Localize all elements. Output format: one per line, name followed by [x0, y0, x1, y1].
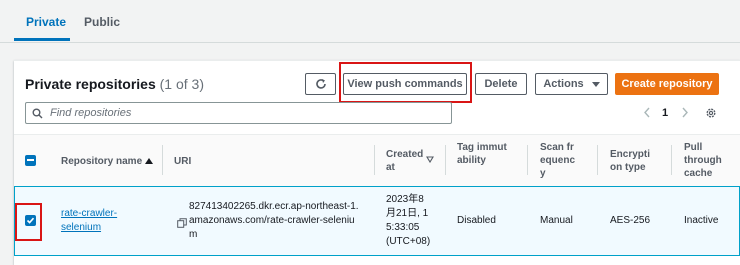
refresh-icon: [315, 79, 326, 89]
column-divider: [445, 145, 446, 175]
chevron-right-icon[interactable]: [681, 107, 689, 118]
column-header-scan-frequency[interactable]: Scan frequency: [540, 141, 578, 180]
refresh-button[interactable]: [305, 73, 336, 95]
actions-dropdown[interactable]: Actions: [535, 73, 608, 95]
create-repository-button[interactable]: Create repository: [615, 73, 719, 95]
column-divider: [597, 145, 598, 175]
settings-gear-icon[interactable]: [705, 107, 717, 119]
highlight-box: [15, 203, 42, 241]
scan-frequency-value: Manual: [540, 215, 573, 226]
column-header-repository-name[interactable]: Repository name: [61, 155, 153, 168]
column-divider: [527, 145, 528, 175]
tab-public[interactable]: Public: [84, 15, 120, 29]
copy-icon[interactable]: [177, 218, 187, 228]
column-header-uri[interactable]: URI: [174, 155, 191, 168]
active-tab-indicator: [14, 38, 70, 41]
actions-label: Actions: [543, 78, 584, 90]
tag-immutability-value: Disabled: [457, 215, 496, 226]
column-header-tag-immutability[interactable]: Tag immutability: [457, 141, 509, 167]
search-icon: [32, 108, 43, 119]
search-input[interactable]: [48, 106, 442, 120]
sort-ascending-icon: [145, 158, 153, 164]
tab-bar: Private Public: [0, 0, 740, 43]
column-header-pull-through-cache[interactable]: Pull through cache: [684, 141, 732, 180]
title-text: Private repositories: [25, 76, 156, 92]
delete-button[interactable]: Delete: [475, 73, 527, 95]
column-header-created-at[interactable]: Created at: [386, 148, 424, 174]
chevron-left-icon[interactable]: [643, 107, 651, 118]
pull-through-cache-value: Inactive: [684, 215, 719, 226]
caret-down-icon: [591, 81, 600, 87]
select-all-checkbox[interactable]: [25, 155, 36, 166]
sort-descending-icon: [426, 156, 434, 163]
encryption-type-value: AES-256: [610, 215, 651, 226]
highlight-box: [339, 62, 472, 103]
created-at-value: 2023年8月21日, 15:33:05 (UTC+08): [386, 194, 431, 247]
column-divider: [374, 145, 375, 175]
current-page[interactable]: 1: [662, 107, 668, 119]
column-divider: [162, 145, 163, 175]
page-title: Private repositories (1 of 3): [25, 76, 204, 92]
tab-private[interactable]: Private: [26, 15, 66, 29]
repository-name-link[interactable]: rate-crawler-selenium: [61, 207, 127, 235]
column-header-encryption-type[interactable]: Encryption type: [610, 148, 656, 174]
repository-count: (1 of 3): [159, 76, 204, 92]
column-divider: [671, 145, 672, 175]
search-box: [25, 102, 452, 124]
repository-uri: 827413402265.dkr.ecr.ap-northeast-1.amaz…: [189, 201, 359, 240]
